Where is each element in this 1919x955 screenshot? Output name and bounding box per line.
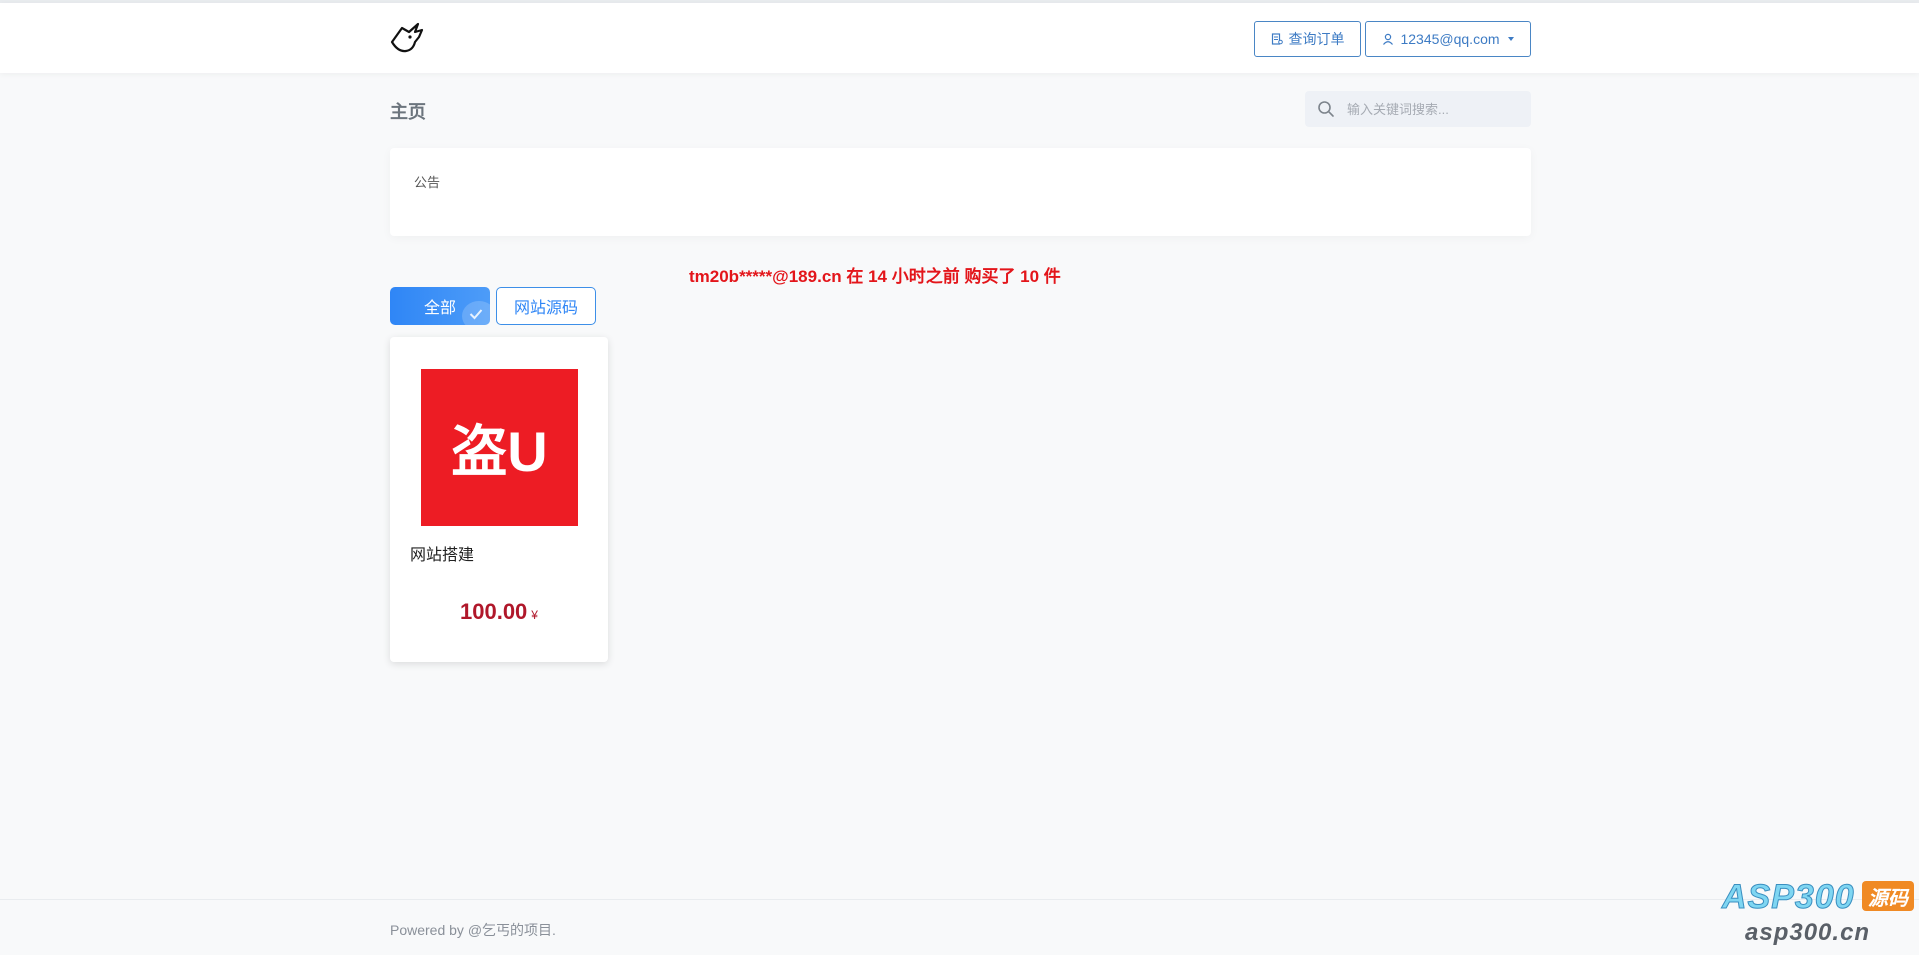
watermark-brand: ASP300 — [1722, 878, 1855, 917]
horned-cat-logo-icon[interactable] — [388, 20, 428, 56]
top-header: 查询订单 12345@qq.com — [0, 3, 1919, 73]
product-price-row: 100.00 ¥ — [390, 599, 608, 625]
announcement-card: 公告 — [390, 148, 1531, 236]
user-icon — [1383, 33, 1394, 45]
currency-symbol: ¥ — [531, 608, 538, 622]
user-menu-button[interactable]: 12345@qq.com — [1365, 21, 1531, 57]
check-icon — [462, 301, 490, 325]
footer-text: Powered by @乞丐的项目. — [390, 922, 556, 938]
tab-website-source[interactable]: 网站源码 — [496, 287, 596, 325]
watermark-badge: 源码 — [1862, 881, 1914, 911]
page-title: 主页 — [390, 102, 426, 122]
product-price: 100.00 — [460, 599, 528, 624]
tab-all-label: 全部 — [423, 300, 456, 317]
purchase-ticker: tm20b*****@189.cn 在 14 小时之前 购买了 10 件 — [689, 267, 1061, 286]
receipt-icon — [1271, 33, 1283, 45]
query-orders-label: 查询订单 — [1288, 31, 1345, 47]
chevron-down-icon — [1507, 37, 1514, 41]
tab-all[interactable]: 全部 — [390, 287, 490, 325]
product-name: 网站搭建 — [410, 547, 475, 564]
query-orders-button[interactable]: 查询订单 — [1254, 21, 1361, 57]
search-icon — [1318, 101, 1334, 117]
search-box[interactable] — [1305, 91, 1531, 127]
announcement-label: 公告 — [414, 175, 441, 190]
product-image[interactable]: 盗U — [421, 369, 578, 526]
search-input[interactable] — [1345, 100, 1519, 118]
user-email-label: 12345@qq.com — [1400, 31, 1500, 47]
product-image-text: 盗U — [451, 420, 548, 483]
tab-website-source-label: 网站源码 — [513, 300, 578, 317]
watermark-domain: asp300.cn — [1745, 919, 1871, 946]
product-card[interactable]: 盗U 网站搭建 100.00 ¥ — [390, 337, 608, 662]
footer-divider — [0, 899, 1919, 900]
